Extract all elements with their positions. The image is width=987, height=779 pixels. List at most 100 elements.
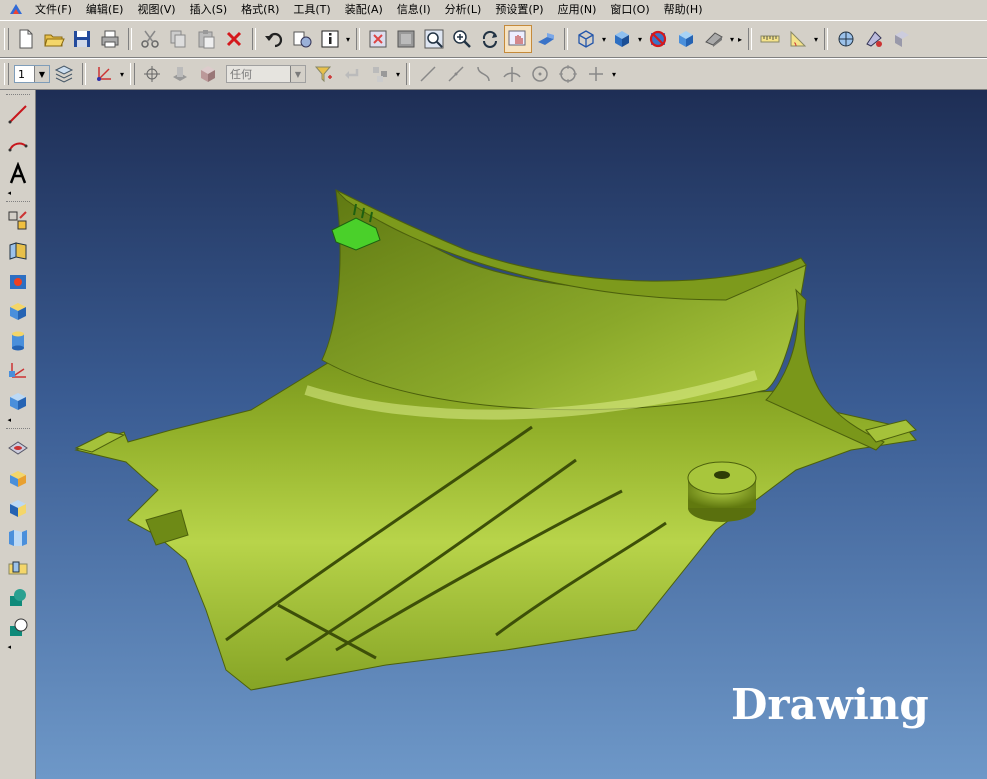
print-button[interactable] — [96, 25, 124, 53]
undo-button[interactable] — [260, 25, 288, 53]
part-model[interactable] — [36, 90, 987, 779]
render-button[interactable] — [888, 25, 916, 53]
information-button[interactable] — [316, 25, 344, 53]
revolve-button[interactable] — [4, 266, 32, 296]
toolbar-grip[interactable] — [130, 63, 135, 85]
snap-center-button[interactable] — [526, 60, 554, 88]
menu-information[interactable]: 信息(I) — [390, 0, 438, 20]
extrude-button[interactable] — [4, 236, 32, 266]
work-layer-select[interactable]: 1 ▼ — [14, 65, 50, 83]
snap-existing-point-button[interactable] — [582, 60, 610, 88]
snap-control-button[interactable] — [470, 60, 498, 88]
toolbar-grip[interactable] — [5, 201, 30, 204]
type-filter-select[interactable]: 任何 ▼ — [226, 65, 306, 83]
left-toolbar-more[interactable]: ◂ — [4, 189, 32, 197]
snap-more-dropdown[interactable]: ▾ — [610, 70, 618, 79]
line-tool-button[interactable] — [4, 99, 32, 129]
delete-button[interactable] — [220, 25, 248, 53]
layer-settings-button[interactable] — [50, 60, 78, 88]
analysis-dropdown[interactable]: ▾ — [812, 35, 820, 44]
measure-angle-button[interactable] — [784, 25, 812, 53]
menu-application[interactable]: 应用(N) — [551, 0, 604, 20]
datum-csys-button[interactable] — [4, 356, 32, 386]
solid-display-button[interactable] — [672, 25, 700, 53]
text-tool-button[interactable] — [4, 159, 32, 189]
open-file-button[interactable] — [40, 25, 68, 53]
point-constructor-button[interactable] — [138, 60, 166, 88]
left-toolbar-more[interactable]: ◂ — [4, 643, 32, 651]
snap-dropdown[interactable]: ▾ — [394, 70, 402, 79]
menu-format[interactable]: 格式(R) — [234, 0, 286, 20]
filter-button[interactable] — [310, 60, 338, 88]
hole-button[interactable] — [4, 433, 32, 463]
snap-end-button[interactable] — [414, 60, 442, 88]
chevron-down-icon[interactable]: ▼ — [34, 66, 49, 82]
copy-display-button[interactable] — [288, 25, 316, 53]
save-button[interactable] — [68, 25, 96, 53]
web-link-button[interactable] — [832, 25, 860, 53]
menu-view[interactable]: 视图(V) — [130, 0, 182, 20]
view-orientation-button[interactable] — [572, 25, 600, 53]
wcs-dropdown[interactable]: ▾ — [118, 70, 126, 79]
zoom-window-button[interactable] — [392, 25, 420, 53]
arc-tool-button[interactable] — [4, 129, 32, 159]
measure-distance-button[interactable] — [756, 25, 784, 53]
perspective-button[interactable] — [532, 25, 560, 53]
boss-button[interactable] — [4, 463, 32, 493]
new-file-button[interactable] — [12, 25, 40, 53]
snap-intersect-button[interactable] — [498, 60, 526, 88]
menu-edit[interactable]: 编辑(E) — [79, 0, 131, 20]
wcs-button[interactable] — [90, 60, 118, 88]
zoom-button[interactable] — [420, 25, 448, 53]
snap-mid-button[interactable] — [442, 60, 470, 88]
pad-button[interactable] — [4, 523, 32, 553]
menu-file[interactable]: 文件(F) — [28, 0, 79, 20]
feature-button[interactable] — [166, 60, 194, 88]
toolbar-grip[interactable] — [5, 428, 30, 431]
graphics-viewport[interactable]: Drawing — [36, 90, 987, 779]
rotate-button[interactable] — [476, 25, 504, 53]
no-hidden-button[interactable] — [644, 25, 672, 53]
pocket-button[interactable] — [4, 493, 32, 523]
toolbar-grip[interactable] — [4, 63, 9, 85]
component-button[interactable] — [194, 60, 222, 88]
section-dropdown[interactable]: ▾ — [728, 35, 736, 44]
menu-analysis[interactable]: 分析(L) — [438, 0, 489, 20]
snap-quadrant-button[interactable] — [554, 60, 582, 88]
fit-view-button[interactable] — [364, 25, 392, 53]
new-file-icon — [19, 29, 33, 49]
menu-insert[interactable]: 插入(S) — [183, 0, 235, 20]
cut-button[interactable] — [136, 25, 164, 53]
toolbar-grip[interactable] — [4, 28, 9, 50]
chevron-down-icon[interactable]: ▼ — [290, 66, 305, 82]
left-toolbar-more[interactable]: ◂ — [4, 416, 32, 424]
menu-preferences[interactable]: 预设置(P) — [488, 0, 550, 20]
block-button[interactable] — [4, 296, 32, 326]
slot-button[interactable] — [4, 553, 32, 583]
copy-button[interactable] — [164, 25, 192, 53]
toolbar-overflow[interactable]: ▸ — [736, 35, 744, 44]
shaded-display-button[interactable] — [608, 25, 636, 53]
cylinder-button[interactable] — [4, 326, 32, 356]
display-mode-dropdown[interactable]: ▾ — [636, 35, 644, 44]
deselect-button[interactable] — [338, 60, 366, 88]
pan-button[interactable] — [504, 25, 532, 53]
menu-tools[interactable]: 工具(T) — [286, 0, 337, 20]
thread-button[interactable] — [4, 613, 32, 643]
section-view-button[interactable] — [700, 25, 728, 53]
menu-help[interactable]: 帮助(H) — [657, 0, 710, 20]
toolbar-separator — [82, 63, 86, 85]
menu-assembly[interactable]: 装配(A) — [338, 0, 390, 20]
snap-point-button[interactable] — [366, 60, 394, 88]
paste-button[interactable] — [192, 25, 220, 53]
cube-button[interactable] — [4, 386, 32, 416]
shape-studio-button[interactable] — [860, 25, 888, 53]
groove-button[interactable] — [4, 583, 32, 613]
zoom-in-out-button[interactable] — [448, 25, 476, 53]
more-dropdown-arrow[interactable]: ▾ — [344, 35, 352, 44]
view-orientation-dropdown[interactable]: ▾ — [600, 35, 608, 44]
toolbar-grip[interactable] — [5, 94, 30, 97]
sketch-button[interactable] — [4, 206, 32, 236]
menu-window[interactable]: 窗口(O) — [603, 0, 656, 20]
selection-toolbar: 1 ▼ ▾ 任何 ▼ ▾ ▾ — [0, 58, 987, 90]
